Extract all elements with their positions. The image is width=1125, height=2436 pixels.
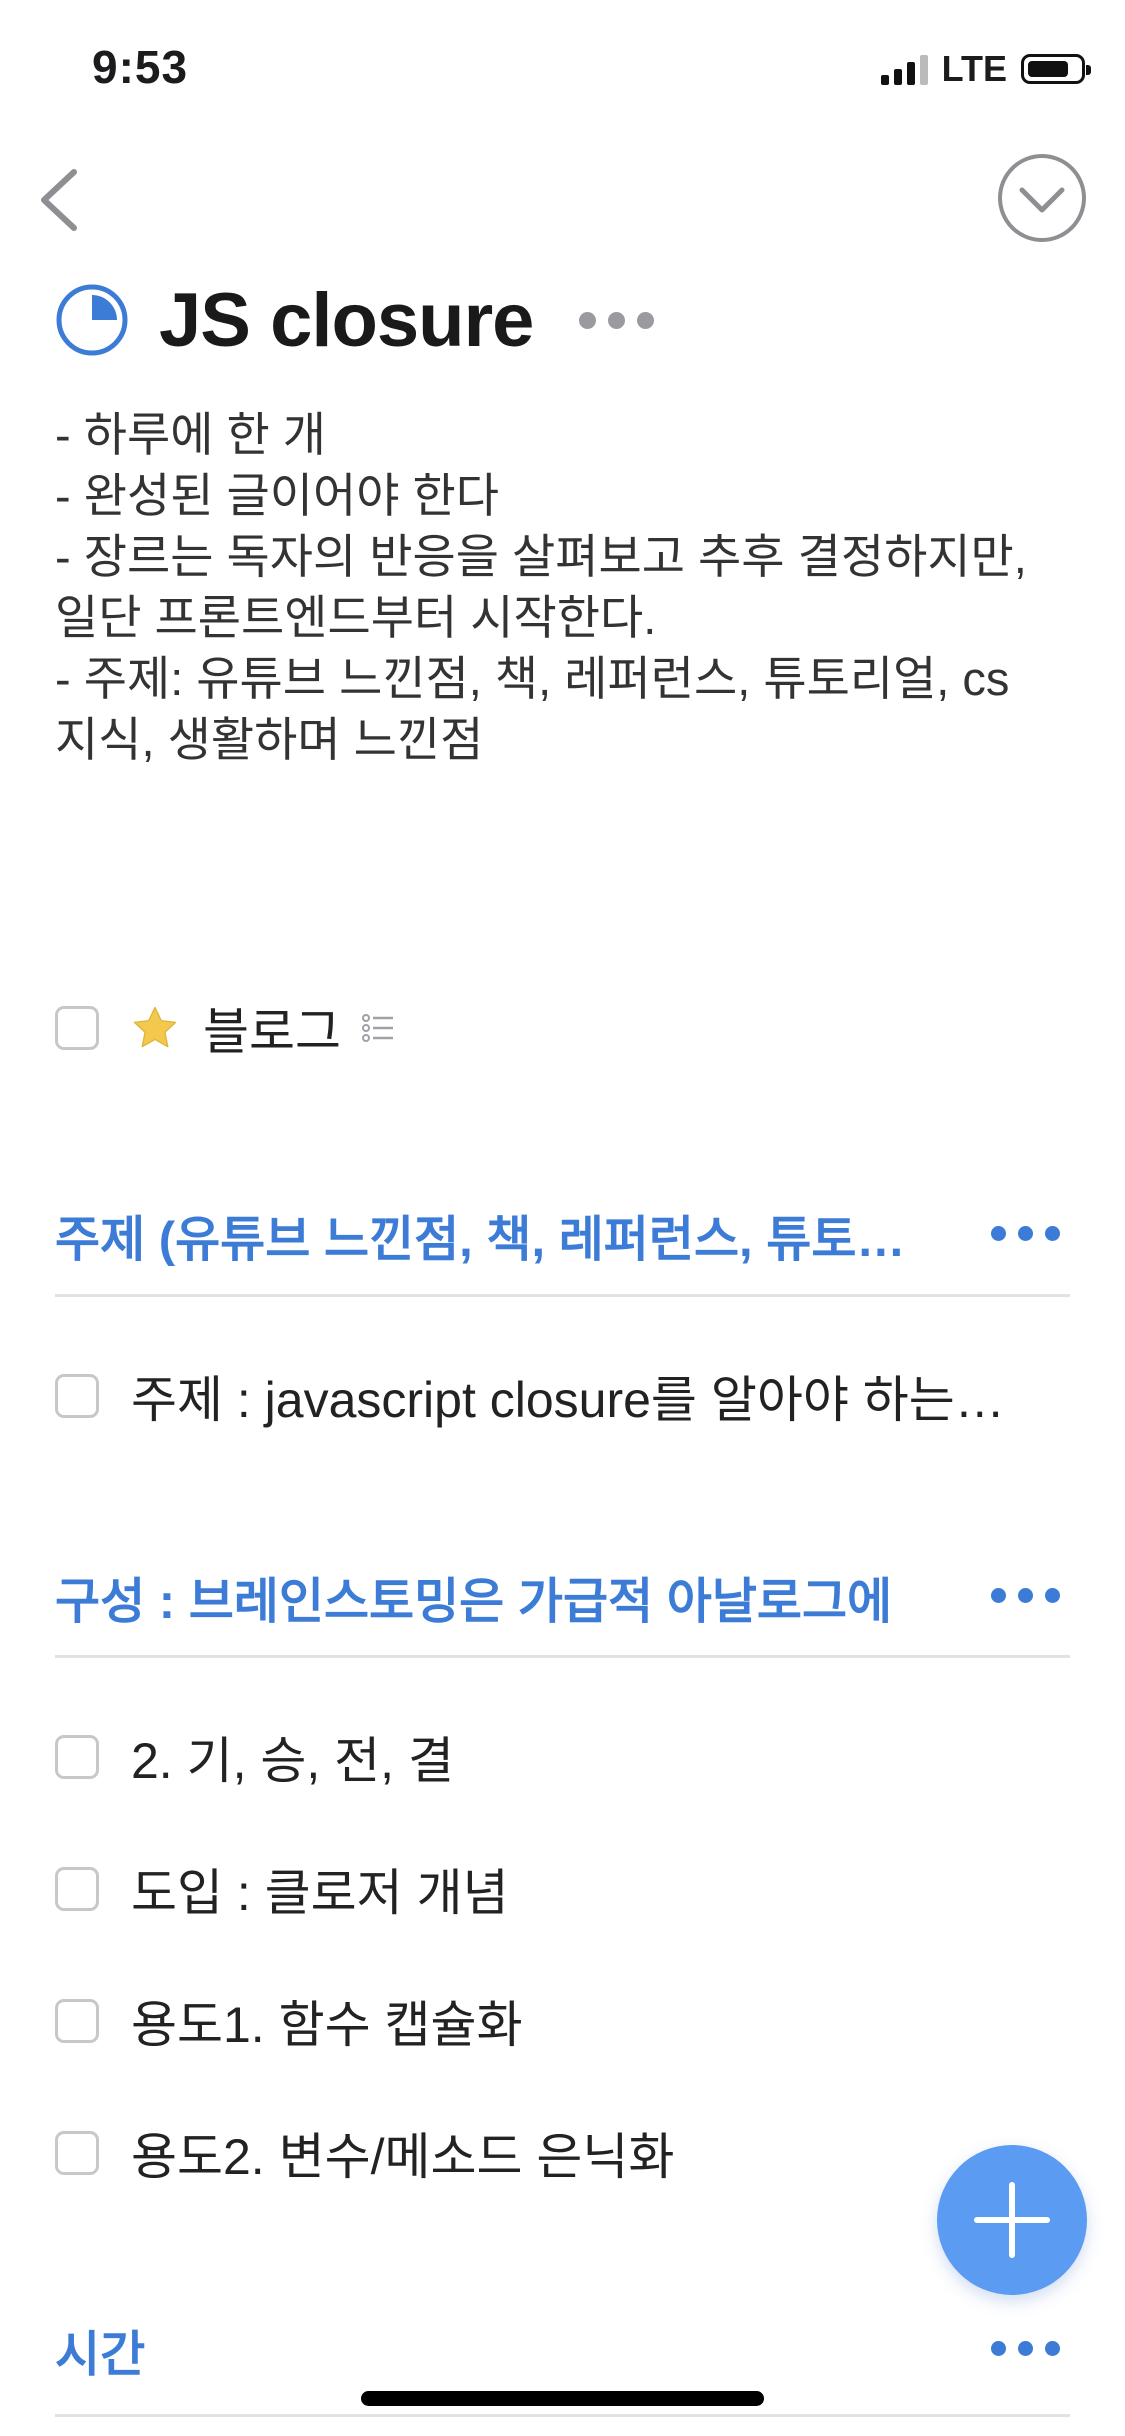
more-dot: [991, 2341, 1006, 2356]
task-label: 2. 기, 승, 전, 결: [131, 1733, 454, 1789]
more-dot: [991, 1226, 1006, 1241]
status-indicators: LTE: [880, 48, 1091, 90]
status-bar: 9:53 LTE: [0, 0, 1125, 130]
task-checkbox[interactable]: [55, 2131, 99, 2175]
task-row[interactable]: 용도1. 함수 캡슐화: [55, 1981, 522, 2061]
section-divider: [55, 1294, 1070, 1297]
task-checkbox[interactable]: [55, 1867, 99, 1911]
section-title: 주제 (유튜브 느낀점, 책, 레퍼런스, 튜토…: [55, 1212, 906, 1267]
section-more-button[interactable]: [991, 2341, 1060, 2356]
section-divider: [55, 1655, 1070, 1658]
notes-line: - 장르는 독자의 반응을 살펴보고 추후 결정하지만,: [55, 530, 1027, 583]
cellular-signal-icon: [880, 53, 928, 85]
more-dot: [637, 311, 655, 329]
project-title-row: JS closure: [55, 270, 655, 370]
task-label: 용도1. 함수 캡슐화: [131, 1997, 523, 2053]
task-checkbox[interactable]: [55, 1006, 99, 1050]
task-label: 주제 : javascript closure를 알아야 하는…: [131, 1372, 1005, 1428]
task-checkbox[interactable]: [55, 1374, 99, 1418]
more-dot: [608, 311, 626, 329]
task-row[interactable]: 도입 : 클로저 개념: [55, 1849, 509, 1929]
progress-pie-icon[interactable]: [55, 283, 129, 357]
home-indicator: [361, 2391, 764, 2406]
more-dot: [991, 1588, 1006, 1603]
more-dot: [1045, 2341, 1060, 2356]
page-title[interactable]: JS closure: [159, 277, 534, 364]
tag-label: 블로그: [203, 1004, 341, 1060]
task-label: 용도2. 변수/메소드 은닉화: [131, 2129, 675, 2185]
notes-line: 일단 프론트엔드부터 시작한다.: [55, 591, 657, 644]
chevron-down-circle-icon: [998, 154, 1086, 242]
task-row[interactable]: 용도2. 변수/메소드 은닉화: [55, 2113, 674, 2193]
notes-line: - 하루에 한 개: [55, 408, 327, 461]
more-dot: [579, 311, 597, 329]
section-title: 구성 : 브레인스토밍은 가급적 아날로그에: [55, 1574, 893, 1629]
notes-line: - 완성된 글이어야 한다: [55, 469, 499, 522]
project-more-button[interactable]: [579, 311, 655, 329]
task-checkbox[interactable]: [55, 1999, 99, 2043]
back-button[interactable]: [30, 160, 90, 240]
section-header[interactable]: 구성 : 브레인스토밍은 가급적 아날로그에: [55, 1552, 1070, 1642]
add-task-button[interactable]: [937, 2145, 1087, 2295]
project-notes[interactable]: - 하루에 한 개 - 완성된 글이어야 한다 - 장르는 독자의 반응을 살펴…: [55, 404, 1085, 770]
more-dot: [1045, 1588, 1060, 1603]
section-divider: [55, 2414, 1070, 2417]
task-label: 도입 : 클로저 개념: [131, 1865, 509, 1921]
section-title: 시간: [55, 2327, 146, 2382]
section-more-button[interactable]: [991, 1226, 1060, 1241]
notes-line: 지식, 생활하며 느낀점: [55, 713, 484, 766]
network-type: LTE: [941, 48, 1007, 89]
more-dot: [1018, 1588, 1033, 1603]
battery-icon: [1021, 54, 1091, 84]
notes-line: - 주제: 유튜브 느낀점, 책, 레퍼런스, 튜토리얼, cs: [55, 652, 1010, 705]
collapse-button[interactable]: [996, 152, 1088, 244]
chevron-left-icon: [41, 169, 77, 231]
status-time: 9:53: [92, 41, 189, 93]
task-row[interactable]: 2. 기, 승, 전, 결: [55, 1717, 454, 1797]
section-header[interactable]: 시간: [55, 2305, 1070, 2395]
more-dot: [1045, 1226, 1060, 1241]
star-icon: [133, 1006, 177, 1048]
section-header[interactable]: 주제 (유튜브 느낀점, 책, 레퍼런스, 튜토…: [55, 1190, 1070, 1280]
task-checkbox[interactable]: [55, 1735, 99, 1779]
task-row[interactable]: 주제 : javascript closure를 알아야 하는…: [55, 1356, 1005, 1436]
checklist-icon: [362, 1014, 393, 1042]
section-more-button[interactable]: [991, 1588, 1060, 1603]
more-dot: [1018, 2341, 1033, 2356]
tag-row[interactable]: 블로그: [55, 988, 395, 1068]
more-dot: [1018, 1226, 1033, 1241]
